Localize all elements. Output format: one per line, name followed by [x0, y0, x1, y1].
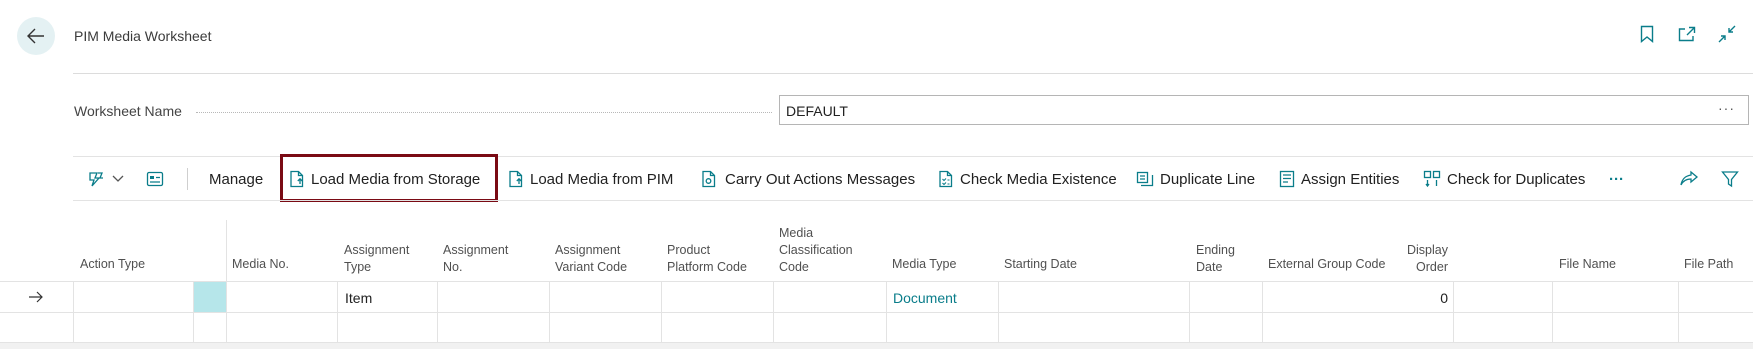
back-button[interactable] — [17, 17, 55, 55]
grid-header-line — [0, 281, 1753, 282]
toolbar-bottom-divider — [73, 200, 1753, 201]
col-header-ending-date[interactable]: Ending Date — [1196, 242, 1235, 276]
bookmark-icon[interactable] — [1637, 24, 1657, 44]
cell-display-order[interactable]: 0 — [1380, 290, 1448, 306]
selected-cell[interactable] — [194, 282, 226, 312]
grid-col-line — [73, 281, 74, 343]
toolbar-separator — [187, 168, 188, 190]
col-header-product-platform-code[interactable]: Product Platform Code — [667, 242, 747, 276]
assign-entities-label: Assign Entities — [1301, 170, 1400, 188]
check-media-existence-label: Check Media Existence — [960, 170, 1117, 188]
page-title: PIM Media Worksheet — [74, 28, 212, 44]
col-header-text: Product — [667, 243, 711, 257]
label-leader-dots — [196, 112, 772, 113]
col-header-text: Date — [1196, 260, 1223, 274]
col-header-external-group-code[interactable]: External Group Code — [1268, 257, 1385, 271]
filter-icon — [1721, 171, 1739, 188]
carry-out-actions-button[interactable]: Carry Out Actions Messages — [701, 158, 915, 200]
col-header-text: Assignment — [443, 243, 509, 257]
horizontal-scrollbar[interactable] — [0, 343, 1753, 349]
col-header-text: Assignment — [555, 243, 621, 257]
grid-col-line — [661, 281, 662, 343]
form-icon — [146, 171, 164, 187]
grid-col-line — [1189, 281, 1190, 343]
grid-col-line — [998, 281, 999, 343]
header-actions — [1637, 24, 1737, 44]
grid-col-line — [226, 220, 227, 343]
filter-button[interactable] — [1721, 158, 1739, 200]
cell-media-type[interactable]: Document — [893, 290, 957, 306]
more-options-button[interactable]: ··· — [1609, 158, 1624, 200]
worksheet-name-label: Worksheet Name — [74, 103, 182, 119]
col-header-text: Variant Code — [555, 260, 628, 274]
grid-row-line — [0, 312, 1753, 313]
duplicate-line-button[interactable]: Duplicate Line — [1136, 158, 1255, 200]
open-new-window-icon[interactable] — [1677, 24, 1697, 44]
share-icon — [1680, 170, 1699, 186]
page-inspection-button[interactable] — [146, 158, 164, 200]
grid-col-line — [886, 281, 887, 343]
document-checklist-icon — [939, 170, 953, 188]
grid-col-line — [1262, 281, 1263, 343]
col-header-text: Media — [779, 226, 814, 240]
col-header-text: Ending — [1196, 243, 1235, 257]
grid-col-line — [437, 281, 438, 343]
col-header-file-path[interactable]: File Path — [1684, 257, 1733, 271]
col-header-text: Classification — [779, 243, 853, 257]
document-upload-icon — [509, 170, 523, 188]
load-media-from-pim-label: Load Media from PIM — [530, 170, 674, 188]
col-header-assignment-type[interactable]: Assignment Type — [344, 242, 409, 276]
chevron-down-icon — [112, 175, 124, 182]
highlight-annotation — [280, 154, 498, 202]
col-header-text: Platform Code — [667, 260, 747, 274]
worksheet-lookup-button[interactable]: ··· — [1718, 100, 1735, 116]
compare-duplicates-icon — [1423, 170, 1441, 188]
manage-menu-button[interactable]: Manage — [209, 158, 263, 200]
col-header-text: No. — [443, 260, 463, 274]
duplicate-line-label: Duplicate Line — [1160, 170, 1256, 188]
assign-entities-button[interactable]: Assign Entities — [1279, 158, 1399, 200]
grid-col-line — [337, 281, 338, 343]
document-settings-icon — [702, 170, 716, 188]
grid-col-line — [773, 281, 774, 343]
col-header-text: Type — [344, 260, 372, 274]
share-button[interactable] — [1679, 158, 1699, 200]
row-indicator-arrow-icon — [28, 290, 44, 308]
col-header-text: Display — [1407, 243, 1448, 257]
load-media-from-pim-button[interactable]: Load Media from PIM — [508, 158, 673, 200]
check-for-duplicates-label: Check for Duplicates — [1447, 170, 1586, 188]
col-header-assignment-variant-code[interactable]: Assignment Variant Code — [555, 242, 627, 276]
check-for-duplicates-button[interactable]: Check for Duplicates — [1423, 158, 1585, 200]
col-header-text: Assignment — [344, 243, 410, 257]
col-header-display-order[interactable]: Display Order — [1380, 242, 1448, 276]
grid-col-line — [1678, 281, 1679, 343]
col-header-text: Order — [1416, 260, 1448, 274]
header-divider — [73, 73, 1753, 74]
col-header-assignment-no[interactable]: Assignment No. — [443, 242, 508, 276]
copy-lines-icon — [1136, 171, 1154, 187]
col-header-media-type[interactable]: Media Type — [892, 257, 956, 271]
col-header-media-no[interactable]: Media No. — [232, 257, 289, 271]
col-header-media-classification-code[interactable]: Media Classification Code — [779, 225, 853, 276]
col-header-text: Code — [779, 260, 809, 274]
col-header-action-type[interactable]: Action Type — [80, 257, 145, 271]
actions-dropdown-button[interactable] — [86, 158, 124, 200]
grid-col-line — [1552, 281, 1553, 343]
carry-out-actions-label: Carry Out Actions Messages — [725, 170, 916, 188]
arrow-left-icon — [27, 28, 44, 44]
grid-col-line — [1453, 281, 1454, 343]
worksheet-name-field[interactable]: DEFAULT — [779, 95, 1749, 125]
col-header-file-name[interactable]: File Name — [1559, 257, 1616, 271]
col-header-starting-date[interactable]: Starting Date — [1004, 257, 1077, 271]
collapse-icon[interactable] — [1717, 24, 1737, 44]
check-media-existence-button[interactable]: Check Media Existence — [938, 158, 1117, 200]
grid-col-line — [549, 281, 550, 343]
cell-assignment-type[interactable]: Item — [345, 290, 372, 306]
list-assign-icon — [1279, 170, 1295, 188]
lightning-actions-icon — [89, 172, 103, 187]
